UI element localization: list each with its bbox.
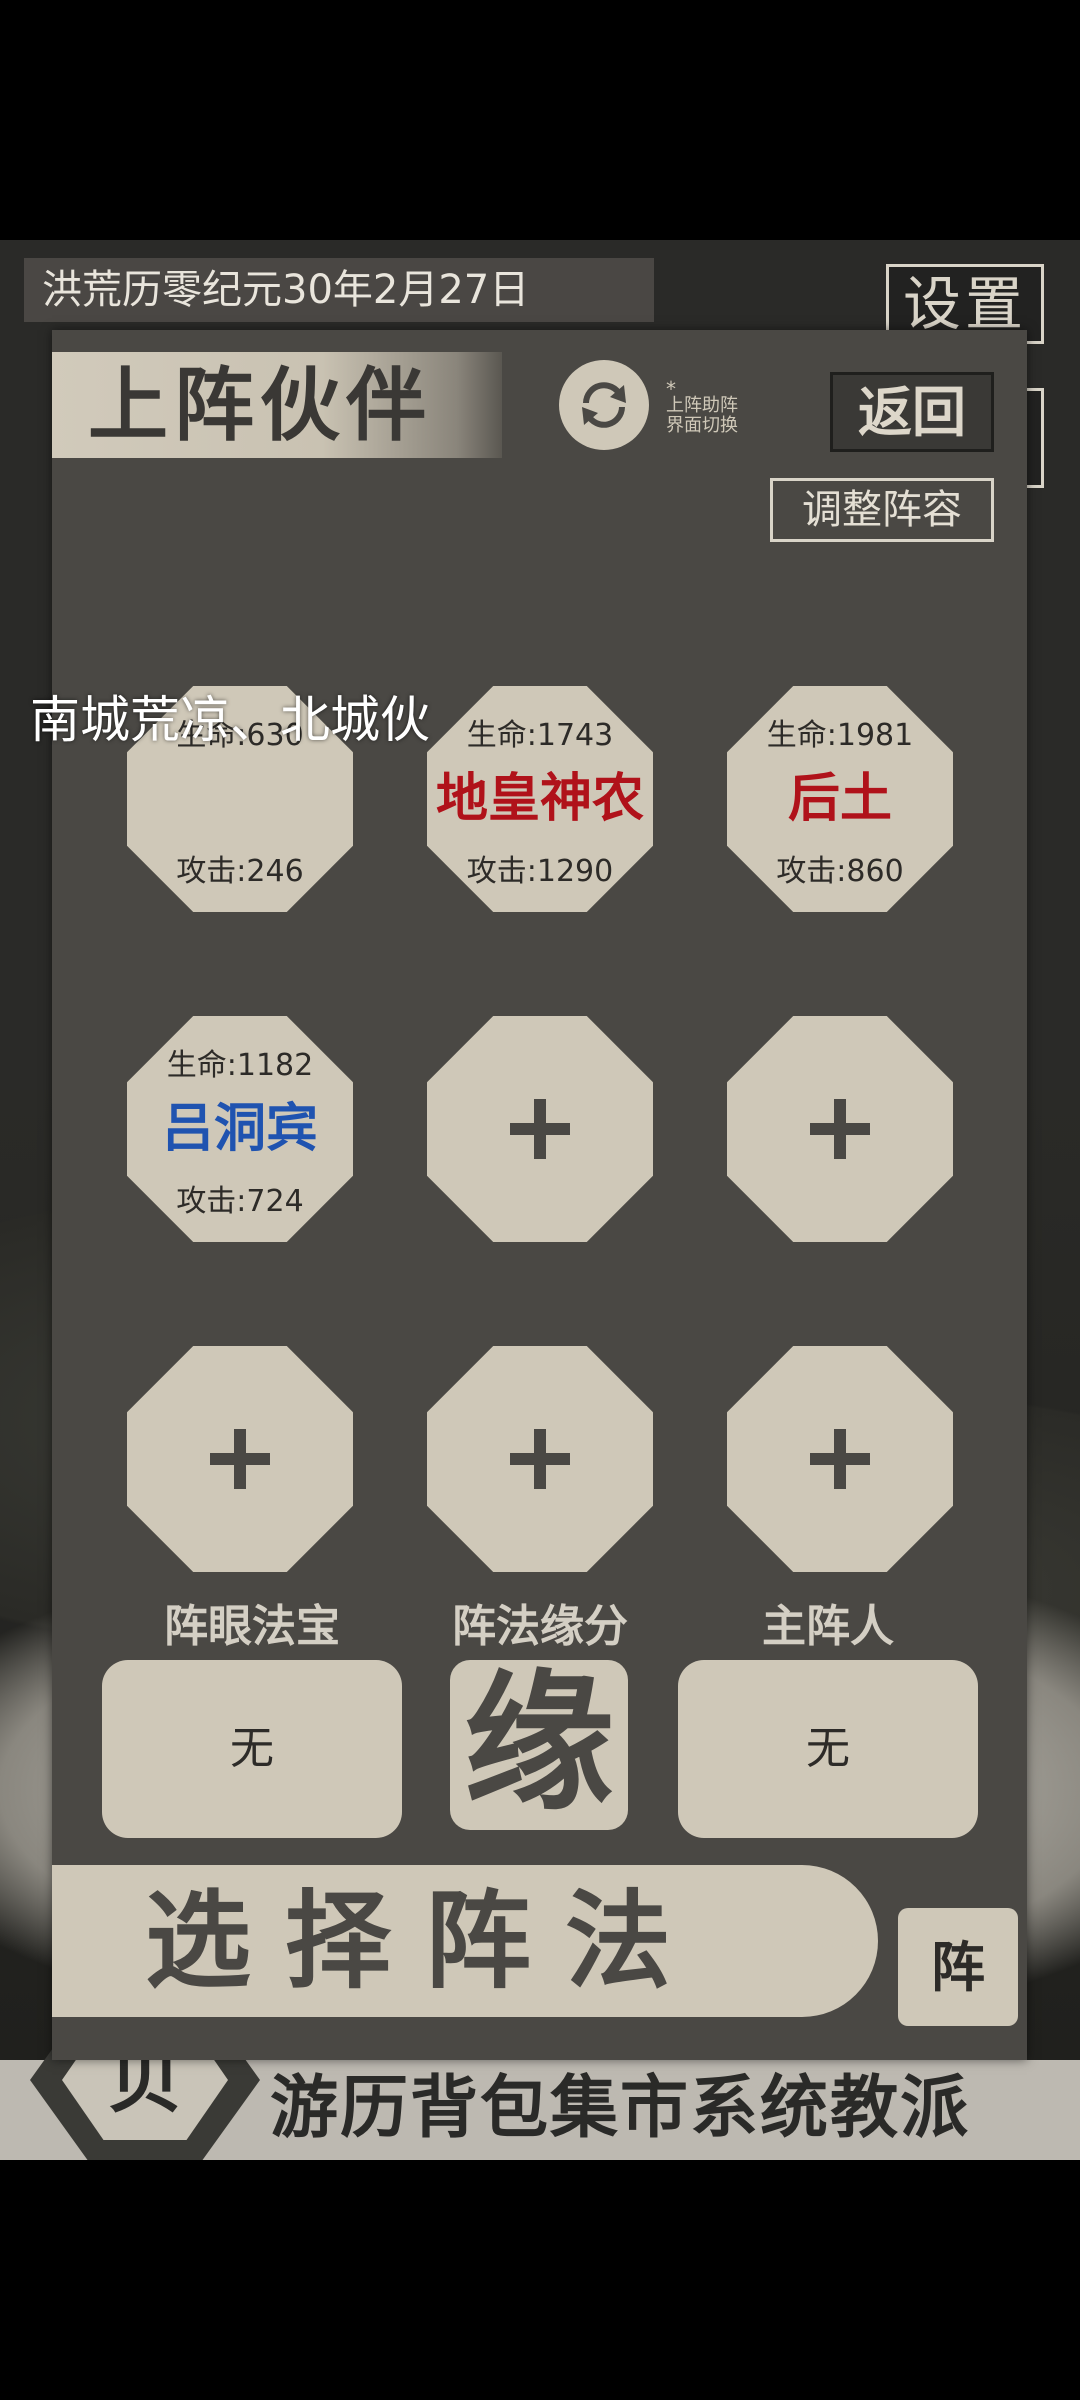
switch-note-star: * <box>666 377 676 401</box>
partner-slot-2[interactable]: 生命:1743 地皇神农 攻击:1290 <box>427 686 653 912</box>
adjust-lineup-button[interactable]: 调整阵容 <box>770 478 994 542</box>
empty-slot-7[interactable] <box>127 1346 353 1572</box>
nav-item-travel[interactable]: 游历 <box>270 2068 410 2148</box>
plus-icon <box>510 1429 570 1489</box>
formation-fate-button[interactable]: 缘 <box>450 1660 628 1830</box>
nav-item-backpack[interactable]: 背包 <box>410 2068 550 2148</box>
refresh-icon <box>582 382 626 428</box>
main-leader-box[interactable]: 无 <box>678 1660 978 1838</box>
slot-partner-name: 地皇神农 <box>435 768 644 829</box>
scrolling-message: 南城荒凉、北城伙 <box>30 691 430 749</box>
plus-icon <box>210 1429 270 1489</box>
plus-icon <box>510 1099 570 1159</box>
switch-note: * 上阵助阵 界面切换 <box>666 377 776 436</box>
eye-treasure-box[interactable]: 无 <box>102 1660 402 1838</box>
slot-partner-name: 后土 <box>787 768 892 829</box>
slot-attack: 攻击:724 <box>176 1184 304 1219</box>
main-leader-label: 主阵人 <box>762 1601 894 1652</box>
select-formation-button[interactable]: 选择阵法 <box>52 1865 878 2017</box>
nav-item-market[interactable]: 集市 <box>550 2068 690 2148</box>
slot-attack: 攻击:246 <box>176 854 304 889</box>
empty-slot-9[interactable] <box>727 1346 953 1572</box>
partner-slot-3[interactable]: 生命:1981 后土 攻击:860 <box>727 686 953 912</box>
slot-hp: 生命:1182 <box>166 1048 314 1083</box>
formation-button[interactable]: 阵 <box>898 1908 1018 2026</box>
plus-icon <box>810 1099 870 1159</box>
empty-slot-8[interactable] <box>427 1346 653 1572</box>
game-screen: 洪荒历零纪元30年2月27日 设置 南城荒凉、北城伙 贝 游历背包集市系统教派 … <box>0 240 1080 2160</box>
slot-hp: 生命:1981 <box>766 718 914 753</box>
slot-partner-name: 吕洞宾 <box>161 1098 318 1159</box>
slot-hp: 生命:1743 <box>466 718 614 753</box>
eye-treasure-label: 阵眼法宝 <box>164 1601 340 1652</box>
plus-icon <box>810 1429 870 1489</box>
calendar-date: 洪荒历零纪元30年2月27日 <box>24 258 654 322</box>
panel-title: 上阵伙伴 <box>52 352 502 458</box>
slot-attack: 攻击:1290 <box>466 854 614 889</box>
back-button[interactable]: 返回 <box>830 372 994 452</box>
switch-note-line2: 界面切换 <box>666 415 738 436</box>
bottom-nav-items: 游历背包集市系统教派 <box>270 2064 1060 2152</box>
partner-slot-4[interactable]: 生命:1182 吕洞宾 攻击:724 <box>127 1016 353 1242</box>
switch-note-line1: 上阵助阵 <box>666 395 738 416</box>
formation-fate-label: 阵法缘分 <box>452 1601 628 1652</box>
empty-slot-6[interactable] <box>727 1016 953 1242</box>
nav-item-sect[interactable]: 教派 <box>830 2068 970 2148</box>
slot-attack: 攻击:860 <box>776 854 904 889</box>
nav-item-system[interactable]: 系统 <box>690 2068 830 2148</box>
lineup-panel: 上阵伙伴 * 上阵助阵 界面切换 返回 调整阵容 生命:630 攻击:246 生… <box>52 330 1027 2060</box>
switch-view-button[interactable] <box>559 360 649 450</box>
empty-slot-5[interactable] <box>427 1016 653 1242</box>
